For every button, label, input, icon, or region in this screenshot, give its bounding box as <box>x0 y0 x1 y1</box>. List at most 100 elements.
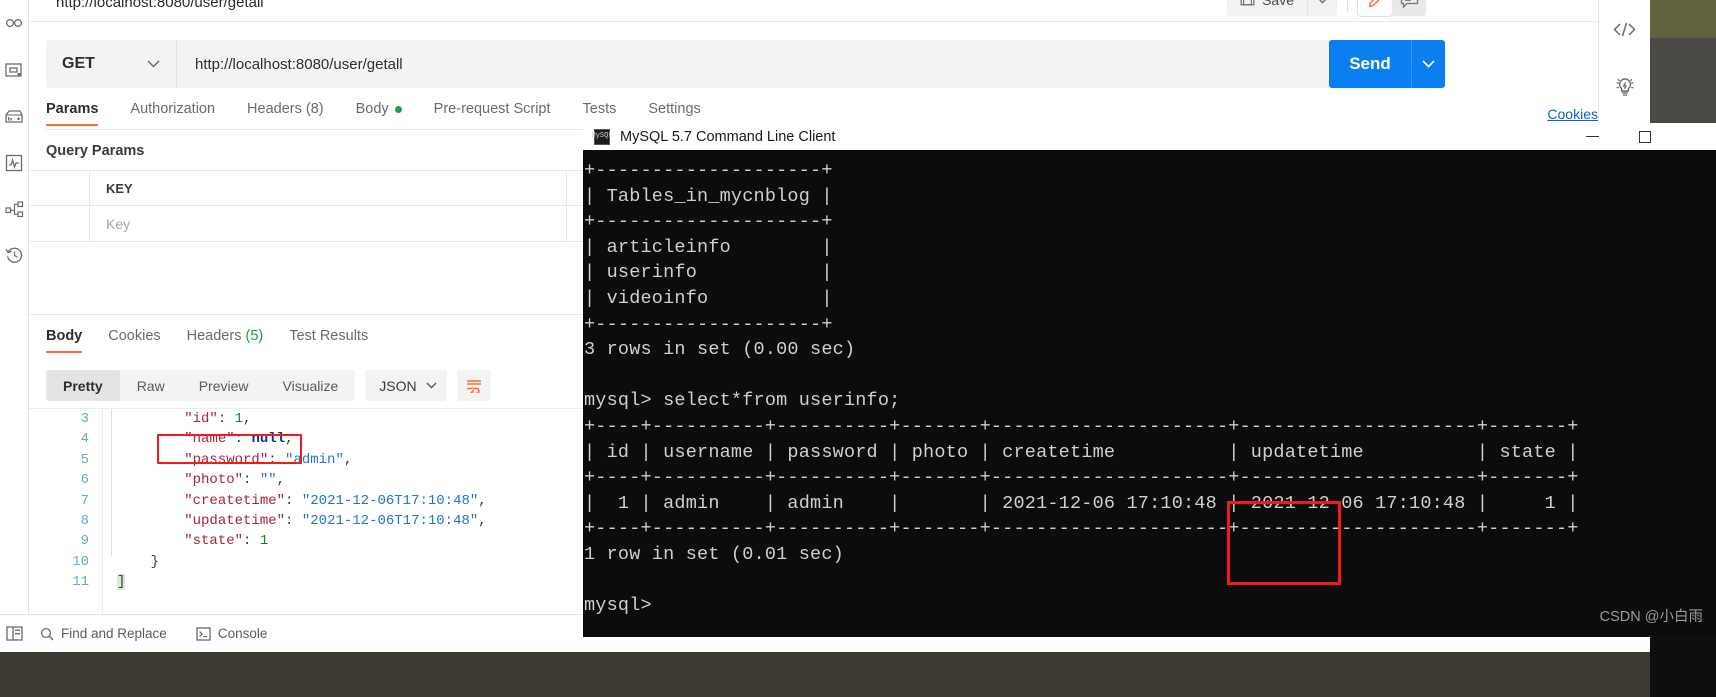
toolbar-divider <box>1347 0 1348 12</box>
tab-body[interactable]: Body <box>356 101 402 124</box>
code-line: "updatetime": "2021-12-06T17:10:48", <box>117 511 486 531</box>
http-method-select[interactable]: GET <box>46 40 176 88</box>
response-tab-test-results-label: Test Results <box>289 328 369 344</box>
left-sidebar <box>0 0 29 652</box>
tab-headers[interactable]: Headers (8) <box>247 101 324 124</box>
chevron-down-icon <box>1422 60 1435 68</box>
tab-headers-label: Headers (8) <box>247 101 324 117</box>
response-tab-headers[interactable]: Headers (5) <box>187 328 264 351</box>
send-group: Send <box>1329 40 1445 88</box>
row-checkbox-cell[interactable] <box>29 206 90 241</box>
code-token: "admin" <box>285 451 344 468</box>
response-tab-body-label: Body <box>46 328 83 344</box>
tab-authorization[interactable]: Authorization <box>130 101 215 124</box>
line-number: 10 <box>72 553 89 570</box>
response-tab-headers-label: Headers <box>186 328 242 344</box>
environments-icon[interactable] <box>0 94 28 140</box>
code-token: "createtime" <box>184 492 286 509</box>
code-line: } <box>117 552 487 572</box>
word-wrap-icon <box>466 380 481 393</box>
find-and-replace-button[interactable]: Find and Replace <box>40 626 167 641</box>
tab-settings[interactable]: Settings <box>648 101 700 124</box>
header-checkbox-cell <box>29 171 90 205</box>
monitors-icon[interactable] <box>0 140 28 186</box>
save-options-caret[interactable] <box>1307 0 1337 16</box>
request-url-input[interactable]: http://localhost:8080/user/getall <box>176 40 1442 88</box>
code-token: 1 <box>234 411 244 427</box>
code-token: "2021-12-06T17:10:48" <box>301 512 479 529</box>
tab-tests[interactable]: Tests <box>583 101 617 124</box>
param-key-input[interactable]: Key <box>106 216 130 232</box>
tab-authorization-label: Authorization <box>130 101 216 117</box>
code-token: : <box>285 512 302 529</box>
line-number: 3 <box>80 411 89 427</box>
flows-icon[interactable] <box>0 186 28 232</box>
chevron-down-icon <box>426 382 437 389</box>
terminal-icon <box>196 626 211 641</box>
console-button[interactable]: Console <box>196 626 267 641</box>
lightbulb-icon[interactable] <box>1599 58 1651 116</box>
send-button[interactable]: Send <box>1329 40 1411 88</box>
apis-icon[interactable] <box>0 48 28 94</box>
mysql-title-bar[interactable]: MySQL MySQL 5.7 Command Line Client <box>583 123 1716 150</box>
floppy-disk-icon <box>1240 0 1255 9</box>
code-token: "state" <box>184 533 244 550</box>
code-token: ] <box>117 574 126 591</box>
code-token: 1 <box>259 533 269 550</box>
view-raw[interactable]: Raw <box>120 370 182 401</box>
mysql-app-icon: MySQL <box>591 128 613 145</box>
panel-layout-icon <box>6 626 23 641</box>
breadcrumb-url: http://localhost:8080/user/getall <box>56 0 264 11</box>
code-line: ] <box>117 572 487 592</box>
panel-layout-button[interactable] <box>0 626 29 641</box>
maximize-icon <box>1639 130 1651 143</box>
line-number: 5 <box>80 451 89 468</box>
code-token: , <box>343 451 353 468</box>
mysql-terminal[interactable]: +--------------------+ | Tables_in_mycnb… <box>583 150 1716 637</box>
mysql-terminal-output: +--------------------+ | Tables_in_mycnb… <box>584 160 1579 617</box>
save-button[interactable]: Save <box>1227 0 1307 16</box>
comment-button[interactable] <box>1392 0 1426 16</box>
tab-pre-request-script[interactable]: Pre-request Script <box>434 101 551 124</box>
cookies-link[interactable]: Cookies <box>1547 106 1598 122</box>
response-tab-body[interactable]: Body <box>46 328 83 353</box>
mysql-window: MySQL MySQL 5.7 Command Line Client +---… <box>583 123 1716 637</box>
response-language-select[interactable]: JSON <box>365 370 447 401</box>
tab-params[interactable]: Params <box>46 101 99 126</box>
save-group: Save <box>1227 0 1426 16</box>
tab-body-label: Body <box>355 101 389 117</box>
code-token: "2021-12-06T17:10:48" <box>301 492 479 509</box>
code-token: } <box>150 553 160 570</box>
response-tab-test-results[interactable]: Test Results <box>289 328 368 351</box>
code-token: "photo" <box>184 472 244 489</box>
view-preview[interactable]: Preview <box>182 370 266 401</box>
maximize-button[interactable] <box>1622 123 1668 150</box>
minimize-button[interactable] <box>1569 123 1615 150</box>
code-token: : <box>243 472 260 489</box>
column-header-key: KEY <box>106 180 133 196</box>
code-token: "password" <box>184 451 269 468</box>
response-headers-count: (5) <box>245 328 264 344</box>
response-tab-cookies-label: Cookies <box>108 328 161 344</box>
view-pretty[interactable]: Pretty <box>46 370 120 401</box>
line-number: 7 <box>80 492 89 509</box>
request-bar: GET http://localhost:8080/user/getall <box>46 40 1442 88</box>
pencil-icon <box>1368 0 1379 7</box>
edit-button[interactable] <box>1358 0 1392 16</box>
code-token: : <box>285 492 302 509</box>
code-icon[interactable] <box>1599 0 1651 58</box>
code-token: , <box>243 411 252 427</box>
response-format-bar: Pretty Raw Preview Visualize JSON <box>46 370 491 401</box>
request-topbar: http://localhost:8080/user/getall Save <box>29 0 1598 22</box>
line-number: 8 <box>80 512 89 529</box>
view-visualize[interactable]: Visualize <box>266 370 356 401</box>
send-options-caret[interactable] <box>1411 40 1445 88</box>
chevron-down-icon <box>1319 0 1326 4</box>
history-icon[interactable] <box>0 232 28 278</box>
mysql-app-icon-text: MySQL <box>591 132 613 140</box>
collections-icon[interactable] <box>0 2 28 48</box>
word-wrap-button[interactable] <box>456 370 491 401</box>
code-token: "name" <box>184 431 235 448</box>
chevron-down-icon <box>147 60 160 68</box>
response-tab-cookies[interactable]: Cookies <box>108 328 160 351</box>
